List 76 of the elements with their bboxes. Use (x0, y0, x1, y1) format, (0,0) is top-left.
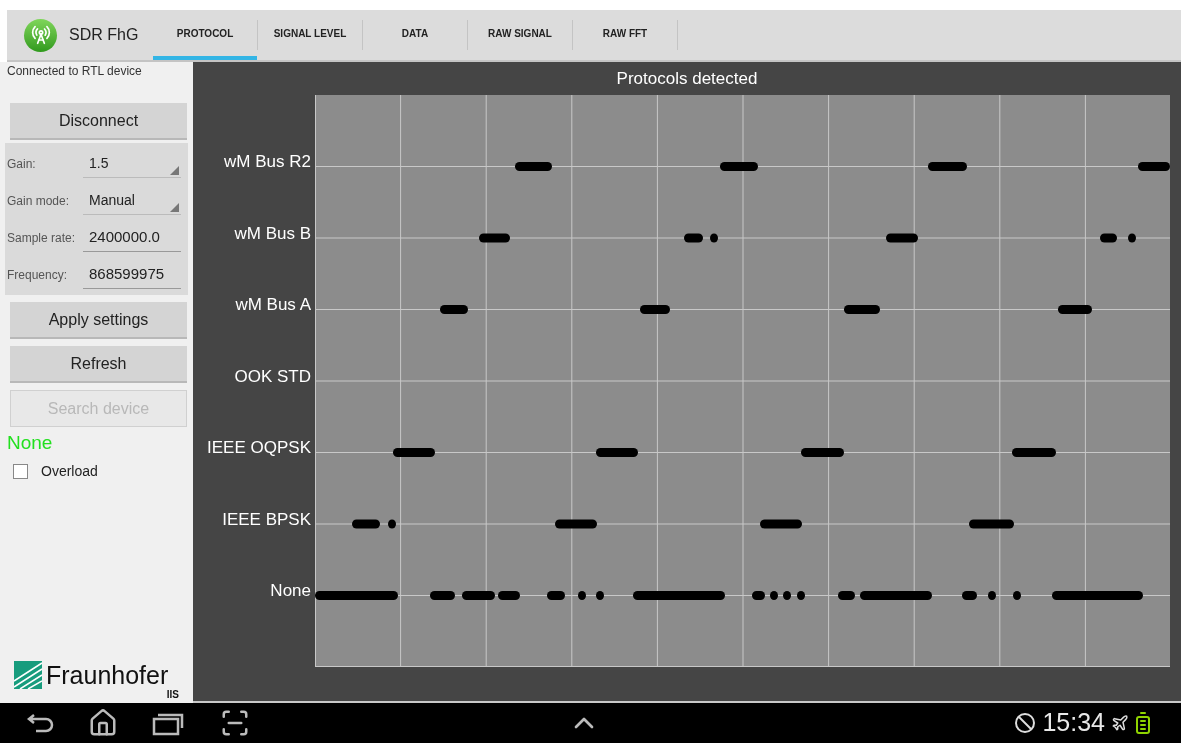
action-button[interactable]: Apply settings (10, 302, 187, 339)
axis-label: IEEE BPSK (222, 508, 311, 531)
home-icon[interactable] (88, 708, 118, 738)
data-point (801, 448, 844, 457)
data-point (760, 519, 802, 529)
data-point (1128, 233, 1136, 243)
app-title: SDR FhG (69, 25, 139, 45)
tab[interactable]: RAW SIGNAL (468, 10, 572, 60)
dropdown[interactable]: Manual (83, 186, 181, 215)
data-point (430, 591, 455, 600)
data-point (844, 305, 880, 314)
data-point (1138, 162, 1170, 171)
logo-name: Fraunhofer (46, 661, 169, 689)
back-icon[interactable] (26, 713, 56, 733)
data-point (752, 591, 765, 600)
app-icon (24, 18, 57, 52)
data-point (684, 233, 703, 243)
data-point (1013, 591, 1021, 600)
logo-subtitle: IIS (166, 689, 180, 701)
data-point (783, 591, 791, 600)
data-point (578, 591, 586, 600)
data-point (555, 519, 597, 529)
data-point (462, 591, 495, 600)
data-point (770, 591, 778, 600)
data-point (547, 591, 565, 600)
setting-label: Gain: (6, 155, 37, 173)
tab[interactable]: DATA (363, 10, 467, 60)
dropdown[interactable]: 1.5 (83, 149, 181, 178)
chart-title: Protocols detected (616, 67, 758, 90)
data-point (479, 233, 510, 243)
data-point (352, 519, 380, 529)
axis-label: OOK STD (234, 365, 311, 388)
tab[interactable]: RAW FFT (573, 10, 677, 60)
detected-protocol: None (6, 431, 54, 455)
data-point (440, 305, 468, 314)
data-point (1100, 233, 1117, 243)
setting-label: Sample rate: (6, 229, 77, 247)
data-point (720, 162, 758, 171)
data-point (962, 591, 977, 600)
checkbox[interactable] (13, 464, 28, 479)
tab[interactable]: SIGNAL LEVEL (258, 10, 362, 60)
connection-status: Connected to RTL device (6, 63, 143, 79)
input-field[interactable]: 2400000.0 (83, 223, 181, 252)
data-point (640, 305, 670, 314)
action-button[interactable]: Refresh (10, 346, 187, 383)
data-point (596, 591, 604, 600)
setting-label: Frequency: (6, 266, 69, 284)
axis-label: None (270, 580, 311, 602)
axis-label: wM Bus A (235, 294, 311, 316)
screenshot-icon[interactable] (220, 708, 250, 738)
data-point (988, 591, 996, 600)
axis-label: wM Bus R2 (224, 151, 311, 173)
data-point (1058, 305, 1092, 314)
data-point (710, 233, 718, 243)
data-point (928, 162, 967, 171)
axis-label: IEEE OQPSK (207, 437, 311, 459)
logo-icon (14, 661, 42, 689)
data-point (388, 519, 396, 529)
data-point (797, 591, 805, 600)
data-point (393, 448, 435, 457)
airplane-icon (1111, 714, 1129, 732)
prohibited-icon (1014, 712, 1037, 734)
checkbox-label: Overload (41, 462, 98, 481)
action-button[interactable]: Disconnect (10, 103, 187, 140)
data-point (838, 591, 855, 600)
data-point (886, 233, 918, 243)
setting-label: Gain mode: (6, 192, 71, 210)
data-point (860, 591, 932, 600)
data-point (1012, 448, 1056, 457)
data-point (969, 519, 1014, 529)
data-point (515, 162, 552, 171)
data-point (596, 448, 638, 457)
input-field[interactable]: 868599975 (83, 260, 181, 289)
data-point (498, 591, 520, 600)
clock: 15:34 (1042, 707, 1105, 739)
axis-label: wM Bus B (234, 222, 311, 245)
